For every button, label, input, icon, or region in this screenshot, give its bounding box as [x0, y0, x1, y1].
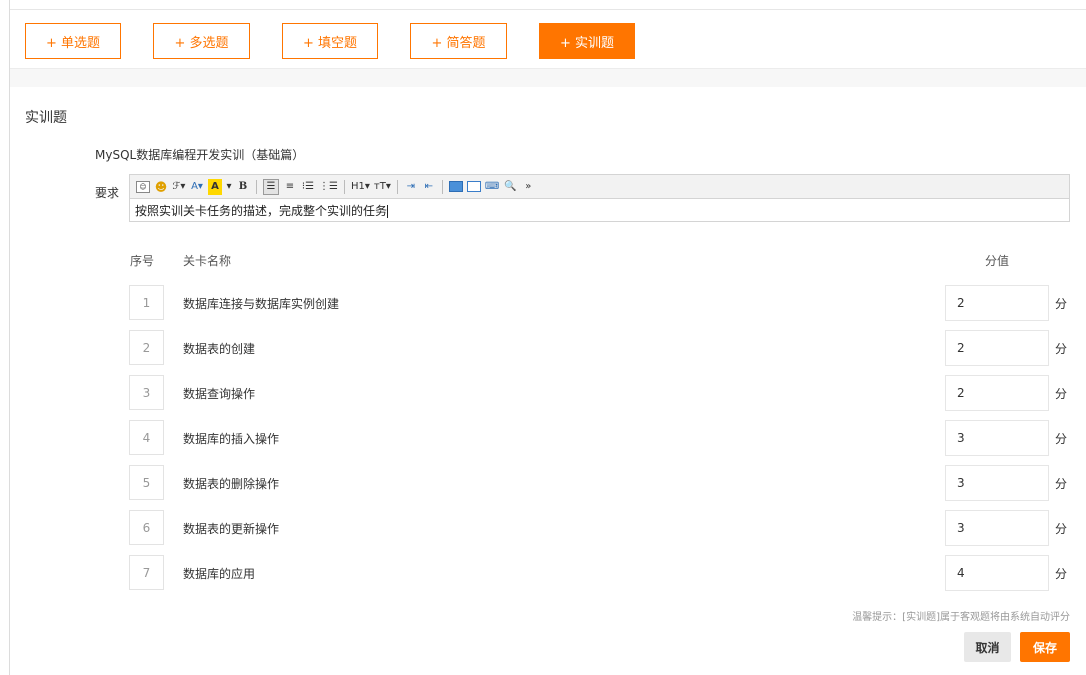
text-size-label: тT	[373, 181, 386, 192]
stage-name: 数据查询操作	[183, 387, 256, 401]
editor-toolbar: ☺ ☻ ℱ▾ A ▾ A ▾ B ☰ ≡ ⁝☰ ⋮☰ H1 ▾ тT ▾ ⇥ ⇤ ⌨ …	[130, 175, 1069, 199]
stage-name: 数据表的更新操作	[183, 522, 280, 536]
add-short-answer-button[interactable]: + 简答题	[410, 23, 507, 59]
highlight-letter: A	[211, 181, 219, 192]
align-left-icon[interactable]: ☰	[263, 178, 279, 195]
smiley-icon[interactable]: ☻	[154, 179, 168, 195]
align-center-icon[interactable]: ≡	[283, 179, 297, 195]
score-input[interactable]: 4	[945, 555, 1049, 591]
table-row: 6 数据表的更新操作 3 分	[0, 510, 1086, 546]
outdent-icon[interactable]: ⇤	[422, 179, 436, 195]
heading-label: H1	[350, 181, 365, 192]
column-header-index: 序号	[130, 254, 155, 268]
table-row: 7 数据库的应用 4 分	[0, 555, 1086, 591]
score-input[interactable]: 3	[945, 420, 1049, 456]
row-index: 1	[129, 285, 164, 320]
insert-table-icon[interactable]	[466, 181, 481, 192]
bold-icon[interactable]: B	[236, 179, 250, 195]
column-header-name: 关卡名称	[183, 254, 232, 268]
score-unit: 分	[1055, 567, 1068, 581]
highlight-color-icon[interactable]: A	[208, 178, 222, 195]
score-unit: 分	[1055, 297, 1068, 311]
text-size-icon[interactable]: тT ▾	[374, 179, 391, 195]
toolbar-separator	[343, 179, 345, 194]
save-button[interactable]: 保存	[1020, 632, 1070, 662]
column-header-score: 分值	[985, 254, 1010, 268]
toolbar-separator	[256, 179, 257, 194]
ordered-list-icon[interactable]: ⁝☰	[301, 179, 315, 195]
auto-grading-tip: 温馨提示：[实训题]属于客观题将由系统自动评分	[852, 612, 1070, 623]
row-index: 5	[129, 465, 164, 500]
font-family-icon[interactable]: ℱ▾	[172, 179, 186, 195]
font-color-icon[interactable]: A ▾	[190, 179, 204, 195]
add-practical-training-button[interactable]: + 实训题	[539, 23, 635, 59]
row-index: 6	[129, 510, 164, 545]
add-fill-blank-button[interactable]: + 填空题	[282, 23, 378, 59]
table-row: 3 数据查询操作 2 分	[0, 375, 1086, 411]
indent-icon[interactable]: ⇥	[404, 179, 418, 195]
divider-band	[10, 68, 1086, 87]
score-input[interactable]: 3	[945, 465, 1049, 501]
score-unit: 分	[1055, 387, 1068, 401]
section-title: 实训题	[25, 110, 67, 126]
row-index: 2	[129, 330, 164, 365]
score-unit: 分	[1055, 477, 1068, 491]
score-unit: 分	[1055, 522, 1068, 536]
heading-icon[interactable]: H1 ▾	[351, 179, 370, 195]
emoticon-box-icon[interactable]: ☺	[136, 180, 150, 193]
shixun-name: MySQL数据库编程开发实训（基础篇）	[95, 148, 305, 162]
text-caret	[387, 205, 389, 218]
stage-name: 数据表的创建	[183, 342, 256, 356]
score-unit: 分	[1055, 342, 1068, 356]
row-index: 4	[129, 420, 164, 455]
preview-icon[interactable]: 🔍	[503, 179, 517, 195]
highlight-dropdown-icon[interactable]: ▾	[226, 179, 232, 195]
cancel-button[interactable]: 取消	[964, 632, 1011, 662]
more-tools-icon[interactable]: »	[521, 179, 535, 195]
row-index: 7	[129, 555, 164, 590]
requirement-label: 要求	[95, 186, 120, 200]
table-row: 4 数据库的插入操作 3 分	[0, 420, 1086, 456]
stage-name: 数据表的删除操作	[183, 477, 280, 491]
insert-code-icon[interactable]: ⌨	[485, 179, 499, 195]
score-input[interactable]: 3	[945, 510, 1049, 546]
add-multiple-choice-button[interactable]: + 多选题	[153, 23, 250, 59]
toolbar-separator	[441, 179, 443, 194]
insert-image-icon[interactable]	[448, 181, 463, 192]
stage-name: 数据库的插入操作	[183, 432, 280, 446]
unordered-list-icon[interactable]: ⋮☰	[319, 179, 338, 195]
question-type-bar: + 单选题 + 多选题 + 填空题 + 简答题 + 实训题	[10, 10, 1086, 68]
score-input[interactable]: 2	[945, 330, 1049, 366]
table-row: 1 数据库连接与数据库实例创建 2 分	[0, 285, 1086, 321]
table-row: 5 数据表的删除操作 3 分	[0, 465, 1086, 501]
requirement-editor: ☺ ☻ ℱ▾ A ▾ A ▾ B ☰ ≡ ⁝☰ ⋮☰ H1 ▾ тT ▾ ⇥ ⇤ ⌨ …	[129, 174, 1070, 222]
page-top-border	[9, 0, 1086, 10]
score-unit: 分	[1055, 432, 1068, 446]
score-input[interactable]: 2	[945, 375, 1049, 411]
score-input[interactable]: 2	[945, 285, 1049, 321]
font-color-letter: A	[191, 181, 198, 192]
row-index: 3	[129, 375, 164, 410]
stage-name: 数据库连接与数据库实例创建	[183, 297, 340, 311]
stage-name: 数据库的应用	[183, 567, 256, 581]
toolbar-separator	[396, 179, 398, 194]
table-row: 2 数据表的创建 2 分	[0, 330, 1086, 366]
requirement-text: 按照实训关卡任务的描述，完成整个实训的任务	[135, 204, 388, 218]
add-single-choice-button[interactable]: + 单选题	[25, 23, 121, 59]
requirement-textarea[interactable]: 按照实训关卡任务的描述，完成整个实训的任务	[130, 199, 1069, 222]
